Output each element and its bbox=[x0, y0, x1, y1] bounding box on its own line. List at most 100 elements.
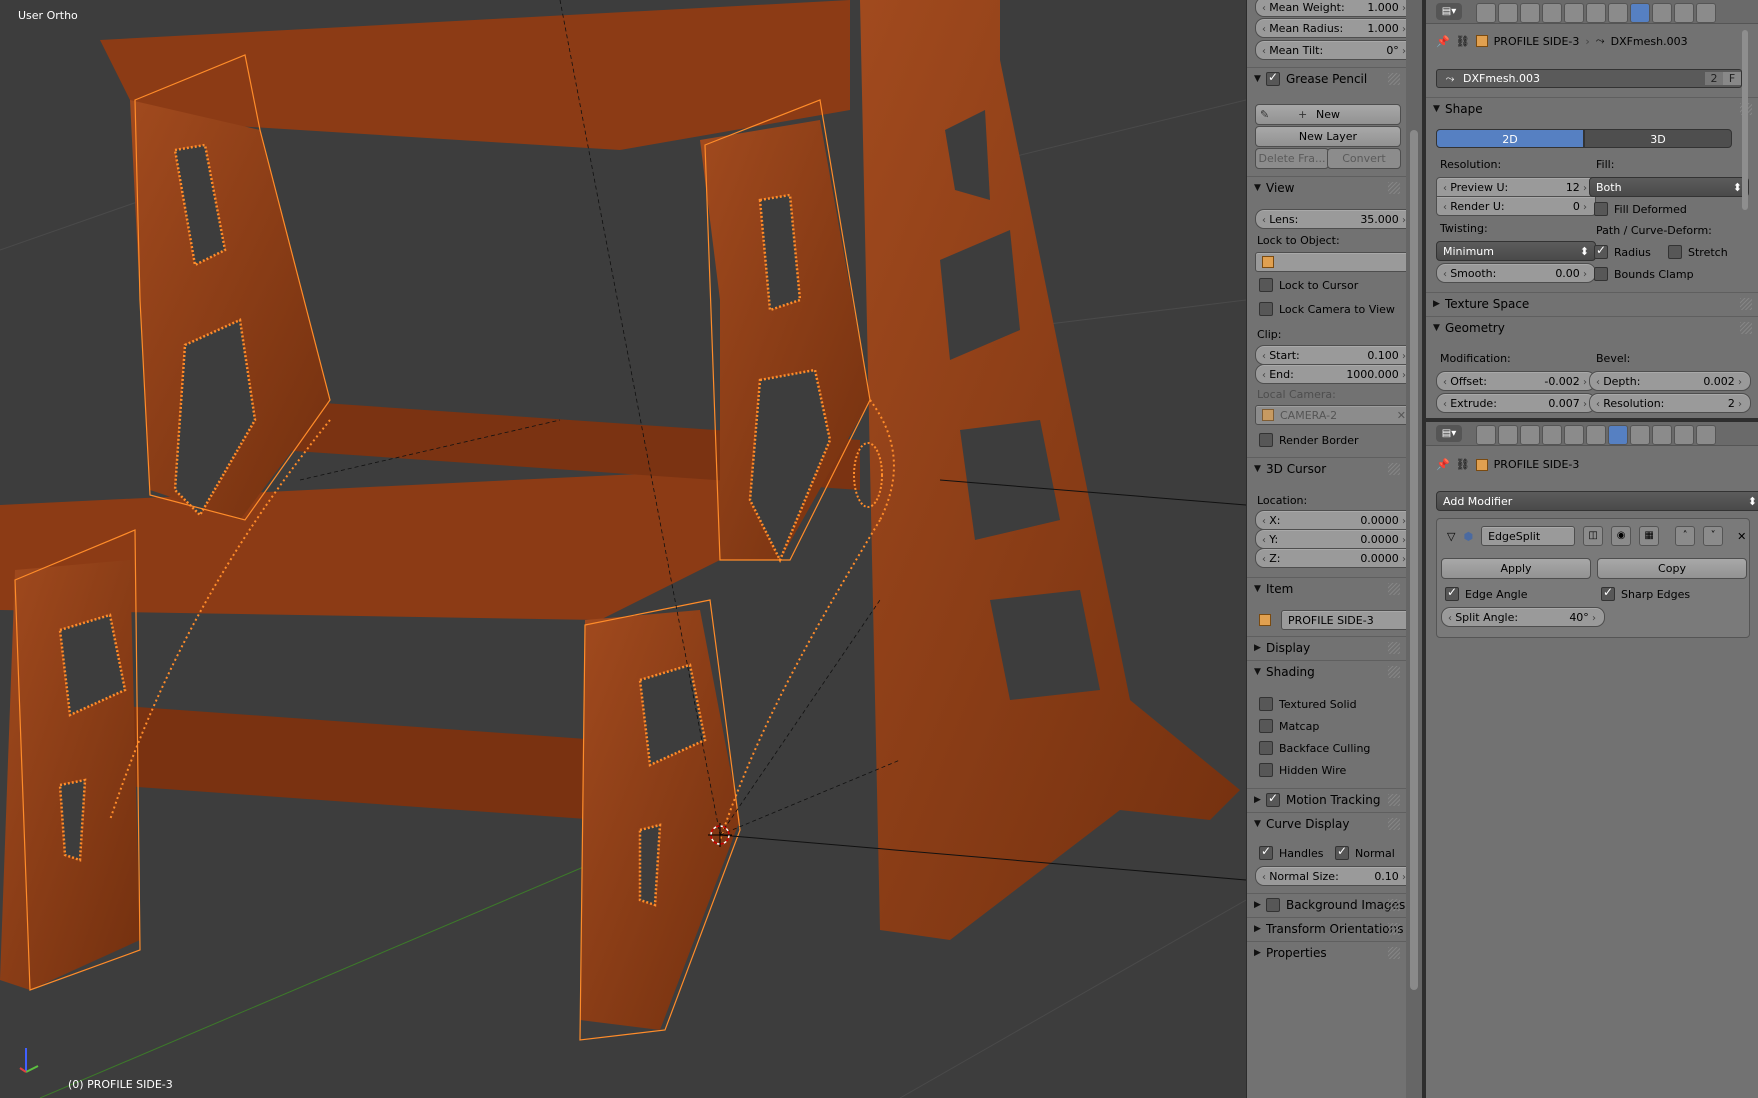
smooth-field[interactable]: Smooth:0.00 bbox=[1436, 263, 1596, 283]
bounds-clamp-checkbox[interactable] bbox=[1594, 267, 1608, 281]
mean-tilt-field[interactable]: Mean Tilt:0° bbox=[1255, 40, 1415, 60]
lens-field[interactable]: Lens:35.000 bbox=[1255, 209, 1415, 229]
remove-x-icon[interactable]: ✕ bbox=[1737, 530, 1746, 543]
new-layer-button[interactable]: New Layer bbox=[1255, 126, 1401, 147]
lock-camera-checkbox[interactable] bbox=[1259, 302, 1273, 316]
drag-grip-icon[interactable] bbox=[1388, 583, 1400, 595]
modifier-name-field[interactable]: EdgeSplit bbox=[1481, 526, 1576, 546]
normal-checkbox[interactable] bbox=[1335, 844, 1349, 860]
clip-end-field[interactable]: End:1000.000 bbox=[1255, 364, 1415, 384]
context-tabs[interactable] bbox=[1476, 3, 1718, 26]
properties-scrollbar-top[interactable] bbox=[1740, 26, 1750, 406]
mean-radius-field[interactable]: Mean Radius:1.000 bbox=[1255, 18, 1415, 38]
drag-grip-icon[interactable] bbox=[1388, 923, 1400, 935]
editor-type-icon[interactable]: ▤▾ bbox=[1436, 3, 1462, 20]
grease-pencil-header[interactable]: ▼ Grease Pencil bbox=[1247, 67, 1406, 90]
move-up-icon[interactable]: ˄ bbox=[1675, 526, 1696, 546]
mean-weight-field[interactable]: Mean Weight:1.000 bbox=[1255, 0, 1415, 17]
3d-cursor-panel-header[interactable]: ▼ 3D Cursor bbox=[1247, 457, 1406, 480]
item-panel-header[interactable]: ▼ Item bbox=[1247, 577, 1406, 600]
background-images-header[interactable]: ▶ Background Images bbox=[1247, 893, 1406, 916]
bevel-resolution-field[interactable]: Resolution:2 bbox=[1589, 393, 1751, 413]
lock-object-field[interactable] bbox=[1255, 252, 1415, 272]
cursor-z-field[interactable]: Z:0.0000 bbox=[1255, 548, 1415, 568]
background-images-checkbox[interactable] bbox=[1266, 898, 1280, 912]
texture-space-header[interactable]: ▶ Texture Space bbox=[1426, 292, 1758, 315]
stretch-checkbox[interactable] bbox=[1668, 245, 1682, 259]
clear-x-icon[interactable]: ✕ bbox=[1397, 409, 1406, 422]
collapse-chevron-icon[interactable]: ▽ bbox=[1447, 530, 1455, 543]
properties-shelf[interactable]: Mean Weight:1.000 Mean Radius:1.000 Mean… bbox=[1246, 0, 1415, 1098]
fill-deformed-checkbox[interactable] bbox=[1594, 202, 1608, 216]
pin-icon[interactable]: 📌 bbox=[1436, 458, 1450, 471]
motion-tracking-header[interactable]: ▶ Motion Tracking bbox=[1247, 788, 1406, 811]
editor-type-icon[interactable]: ▤▾ bbox=[1436, 425, 1462, 442]
view-panel-header[interactable]: ▼ View bbox=[1247, 176, 1406, 199]
dropdown-arrow-icon: ⬍ bbox=[1747, 494, 1757, 508]
render-border-checkbox[interactable] bbox=[1259, 433, 1273, 447]
edge-angle-checkbox[interactable] bbox=[1445, 585, 1459, 601]
drag-grip-icon[interactable] bbox=[1388, 818, 1400, 830]
render-toggle-icon[interactable]: ◫ bbox=[1583, 526, 1604, 546]
drag-grip-icon[interactable] bbox=[1388, 73, 1400, 85]
context-tabs[interactable] bbox=[1476, 425, 1718, 448]
clip-start-field[interactable]: Start:0.100 bbox=[1255, 345, 1415, 365]
normal-size-field[interactable]: Normal Size:0.10 bbox=[1255, 866, 1415, 886]
copy-button[interactable]: Copy bbox=[1597, 558, 1747, 579]
preview-u-field[interactable]: Preview U:12 bbox=[1436, 177, 1596, 197]
lock-to-cursor-checkbox[interactable] bbox=[1259, 278, 1273, 292]
cursor-y-field[interactable]: Y:0.0000 bbox=[1255, 529, 1415, 549]
radius-label: Radius bbox=[1614, 246, 1651, 259]
drag-grip-icon[interactable] bbox=[1388, 666, 1400, 678]
drag-grip-icon[interactable] bbox=[1388, 642, 1400, 654]
npanel-scrollbar[interactable] bbox=[1406, 0, 1422, 1098]
tab-3d[interactable]: 3D bbox=[1584, 129, 1732, 148]
shape-panel-header[interactable]: ▼ Shape bbox=[1426, 97, 1758, 120]
twisting-dropdown[interactable]: Minimum ⬍ bbox=[1436, 241, 1596, 261]
fill-dropdown[interactable]: Both ⬍ bbox=[1589, 177, 1749, 197]
offset-field[interactable]: Offset:-0.002 bbox=[1436, 371, 1596, 391]
hidden-wire-checkbox[interactable] bbox=[1259, 763, 1273, 777]
expand-triangle-icon: ▼ bbox=[1254, 667, 1261, 677]
render-u-field[interactable]: Render U:0 bbox=[1436, 196, 1596, 216]
split-angle-field[interactable]: Split Angle:40° bbox=[1441, 607, 1605, 627]
geometry-panel-header[interactable]: ▼ Geometry bbox=[1426, 316, 1758, 339]
handles-checkbox[interactable] bbox=[1259, 844, 1273, 860]
grease-pencil-checkbox[interactable] bbox=[1266, 70, 1280, 86]
viewport-eye-icon[interactable]: ◉ bbox=[1611, 526, 1632, 546]
motion-tracking-checkbox[interactable] bbox=[1266, 791, 1280, 807]
pin-icon[interactable]: 📌 bbox=[1436, 35, 1450, 48]
extrude-field[interactable]: Extrude:0.007 bbox=[1436, 393, 1596, 413]
properties-panel-header[interactable]: ▶ Properties bbox=[1247, 941, 1406, 964]
editmode-toggle-icon[interactable]: ▦ bbox=[1639, 526, 1660, 546]
drag-grip-icon[interactable] bbox=[1388, 463, 1400, 475]
apply-button[interactable]: Apply bbox=[1441, 558, 1591, 579]
properties-editor[interactable]: ▤▾ 📌 ⛓ PROFILE SIDE-3 › ⤳ DXFmesh.003 ⤳ … bbox=[1426, 0, 1758, 1098]
item-name-field[interactable]: PROFILE SIDE-3 bbox=[1281, 610, 1415, 630]
local-camera-field[interactable]: CAMERA-2 ✕ bbox=[1255, 405, 1415, 425]
move-down-icon[interactable]: ˅ bbox=[1703, 526, 1724, 546]
add-modifier-dropdown[interactable]: Add Modifier ⬍ bbox=[1436, 491, 1758, 511]
bevel-depth-field[interactable]: Depth:0.002 bbox=[1589, 371, 1751, 391]
display-panel-header[interactable]: ▶ Display bbox=[1247, 636, 1406, 659]
radius-checkbox[interactable] bbox=[1594, 243, 1608, 259]
fake-user-button[interactable]: F bbox=[1723, 72, 1741, 85]
drag-grip-icon[interactable] bbox=[1388, 899, 1400, 911]
matcap-checkbox[interactable] bbox=[1259, 719, 1273, 733]
shading-panel-header[interactable]: ▼ Shading bbox=[1247, 660, 1406, 683]
plus-icon: + bbox=[1298, 108, 1308, 121]
3d-viewport[interactable]: User Ortho (0) PROFILE SIDE-3 bbox=[0, 0, 1246, 1098]
users-count[interactable]: 2 bbox=[1705, 72, 1723, 85]
datablock-selector[interactable]: ⤳ DXFmesh.003 2 F bbox=[1436, 69, 1742, 88]
drag-grip-icon[interactable] bbox=[1388, 182, 1400, 194]
drag-grip-icon[interactable] bbox=[1388, 794, 1400, 806]
transform-orientations-header[interactable]: ▶ Transform Orientations bbox=[1247, 917, 1406, 940]
backface-culling-checkbox[interactable] bbox=[1259, 741, 1273, 755]
new-grease-pencil-button[interactable]: ✎ + New bbox=[1255, 104, 1401, 125]
drag-grip-icon[interactable] bbox=[1388, 947, 1400, 959]
tab-2d[interactable]: 2D bbox=[1436, 129, 1584, 148]
cursor-x-field[interactable]: X:0.0000 bbox=[1255, 510, 1415, 530]
textured-solid-checkbox[interactable] bbox=[1259, 697, 1273, 711]
curve-display-header[interactable]: ▼ Curve Display bbox=[1247, 812, 1406, 835]
sharp-edges-checkbox[interactable] bbox=[1601, 585, 1615, 601]
